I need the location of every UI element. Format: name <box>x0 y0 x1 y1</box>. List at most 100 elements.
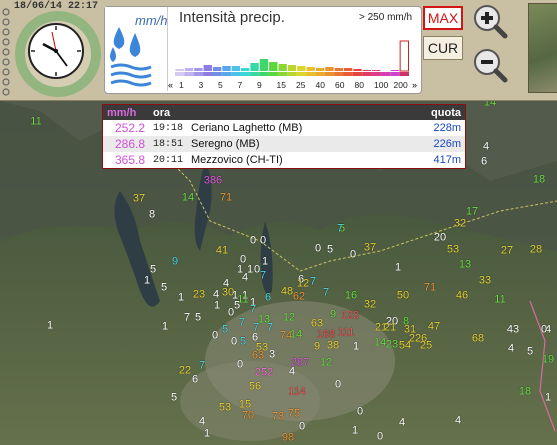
station-reading[interactable]: 7 <box>239 317 245 329</box>
station-reading[interactable]: 1 <box>545 392 551 404</box>
cur-button[interactable]: CUR <box>423 36 463 60</box>
station-reading[interactable]: 4 <box>455 415 461 427</box>
station-reading[interactable]: 0 <box>335 379 341 391</box>
station-reading[interactable]: 54 <box>399 340 411 352</box>
station-reading[interactable]: 7 <box>310 276 316 288</box>
legend-next-arrow[interactable]: » <box>412 80 417 90</box>
zoom-out-icon[interactable] <box>472 47 508 83</box>
station-reading[interactable]: 123 <box>341 310 359 322</box>
station-reading[interactable]: 1 <box>47 320 53 332</box>
station-reading[interactable]: 0 <box>299 421 305 433</box>
station-reading[interactable]: 17 <box>466 206 478 218</box>
station-reading[interactable]: 4 <box>399 417 405 429</box>
station-reading[interactable]: 22 <box>179 365 191 377</box>
station-reading[interactable]: 4 <box>199 416 205 428</box>
station-reading[interactable]: 20 <box>434 232 446 244</box>
station-reading[interactable]: 75 <box>288 408 300 420</box>
station-reading[interactable]: 5 <box>234 300 240 312</box>
station-reading[interactable]: 32 <box>364 299 376 311</box>
station-reading[interactable]: 8 <box>149 209 155 221</box>
station-reading[interactable]: 0 <box>350 249 356 261</box>
station-reading[interactable]: 1 <box>352 425 358 437</box>
station-reading[interactable]: 12 <box>283 312 295 324</box>
station-reading[interactable]: 7 <box>323 287 329 299</box>
station-reading[interactable]: 5 <box>150 264 156 276</box>
row-location[interactable]: Ceriano Laghetto (MB) <box>187 120 398 136</box>
station-reading[interactable]: 4 <box>483 141 489 153</box>
station-reading[interactable]: 14 <box>484 101 496 109</box>
station-reading[interactable]: 43 <box>507 324 519 336</box>
station-reading[interactable]: 47 <box>428 321 440 333</box>
station-reading[interactable]: 0 <box>541 324 547 336</box>
max-button[interactable]: MAX <box>423 6 463 30</box>
station-reading[interactable]: 19 <box>542 354 554 366</box>
station-reading[interactable]: 4 <box>289 366 295 378</box>
station-reading[interactable]: 7 <box>267 322 273 334</box>
station-reading[interactable]: 9 <box>330 309 336 321</box>
station-reading[interactable]: 53 <box>447 244 459 256</box>
station-reading[interactable]: 7 <box>184 312 190 324</box>
station-reading[interactable]: 13 <box>459 259 471 271</box>
station-reading[interactable]: 16 <box>345 290 357 302</box>
row-location[interactable]: Seregno (MB) <box>187 136 398 152</box>
station-reading[interactable]: 25 <box>420 340 432 352</box>
station-reading[interactable]: 386 <box>204 175 222 187</box>
station-reading[interactable]: 7 <box>337 223 343 235</box>
station-reading[interactable]: 0 <box>315 243 321 255</box>
station-reading[interactable]: 71 <box>220 192 232 204</box>
station-reading[interactable]: 4 <box>508 343 514 355</box>
table-row[interactable]: 252.2 19:18 Ceriano Laghetto (MB) 228m <box>103 120 466 136</box>
station-reading[interactable]: 48 <box>281 286 293 298</box>
table-row[interactable]: 365.8 20:11 Mezzovico (CH-TI) 417m <box>103 152 466 169</box>
table-row[interactable]: 286.8 18:51 Seregno (MB) 226m <box>102 136 466 152</box>
station-reading[interactable]: 32 <box>454 218 466 230</box>
station-reading[interactable]: 14 <box>290 329 302 341</box>
station-reading[interactable]: 7 <box>250 304 256 316</box>
station-reading[interactable]: 37 <box>133 193 145 205</box>
station-reading[interactable]: 0 <box>237 359 243 371</box>
station-reading[interactable]: 41 <box>216 245 228 257</box>
station-reading[interactable]: 28 <box>530 244 542 256</box>
station-reading[interactable]: 0 <box>250 235 256 247</box>
station-reading[interactable]: 5 <box>240 336 246 348</box>
station-reading[interactable]: 11 <box>30 116 41 128</box>
station-reading[interactable]: 71 <box>424 282 436 294</box>
station-reading[interactable]: 37 <box>364 242 376 254</box>
station-reading[interactable]: 9 <box>172 256 178 268</box>
station-reading[interactable]: 14 <box>182 192 194 204</box>
station-reading[interactable]: 7 <box>199 360 205 372</box>
station-reading[interactable]: 5 <box>222 324 228 336</box>
station-reading[interactable]: 63 <box>252 350 264 362</box>
station-reading[interactable]: 50 <box>397 290 409 302</box>
station-reading[interactable]: 0 <box>212 330 218 342</box>
station-reading[interactable]: 46 <box>456 290 468 302</box>
station-reading[interactable]: 0 <box>357 406 363 418</box>
station-reading[interactable]: 56 <box>249 381 261 393</box>
station-reading[interactable]: 1 <box>144 275 150 287</box>
station-reading[interactable]: 1 <box>162 321 168 333</box>
station-reading[interactable]: 38 <box>327 340 339 352</box>
overview-minimap[interactable] <box>528 3 557 93</box>
station-reading[interactable]: 4 <box>223 278 229 290</box>
station-reading[interactable]: 14 <box>374 337 386 349</box>
station-reading[interactable]: 18 <box>519 386 531 398</box>
row-location[interactable]: Mezzovico (CH-TI) <box>187 152 398 169</box>
station-reading[interactable]: 6 <box>192 374 198 386</box>
station-reading[interactable]: 1 <box>214 300 220 312</box>
station-reading[interactable]: 9 <box>314 341 320 353</box>
station-reading[interactable]: 0 <box>228 307 234 319</box>
legend-prev-arrow[interactable]: « <box>168 80 173 90</box>
station-reading[interactable]: 12 <box>297 278 309 290</box>
station-reading[interactable]: 12 <box>320 357 332 369</box>
station-reading[interactable]: 1 <box>178 292 184 304</box>
station-reading[interactable]: 62 <box>293 291 305 303</box>
station-reading[interactable]: 5 <box>327 244 333 256</box>
station-reading[interactable]: 111 <box>338 327 355 339</box>
station-reading[interactable]: 5 <box>161 282 167 294</box>
station-reading[interactable]: 68 <box>472 333 484 345</box>
station-reading[interactable]: 73 <box>272 411 284 423</box>
station-reading[interactable]: 0 <box>377 431 383 443</box>
station-reading[interactable]: 70 <box>242 410 254 422</box>
station-reading[interactable]: 18 <box>533 174 545 186</box>
station-reading[interactable]: 7 <box>260 270 266 282</box>
